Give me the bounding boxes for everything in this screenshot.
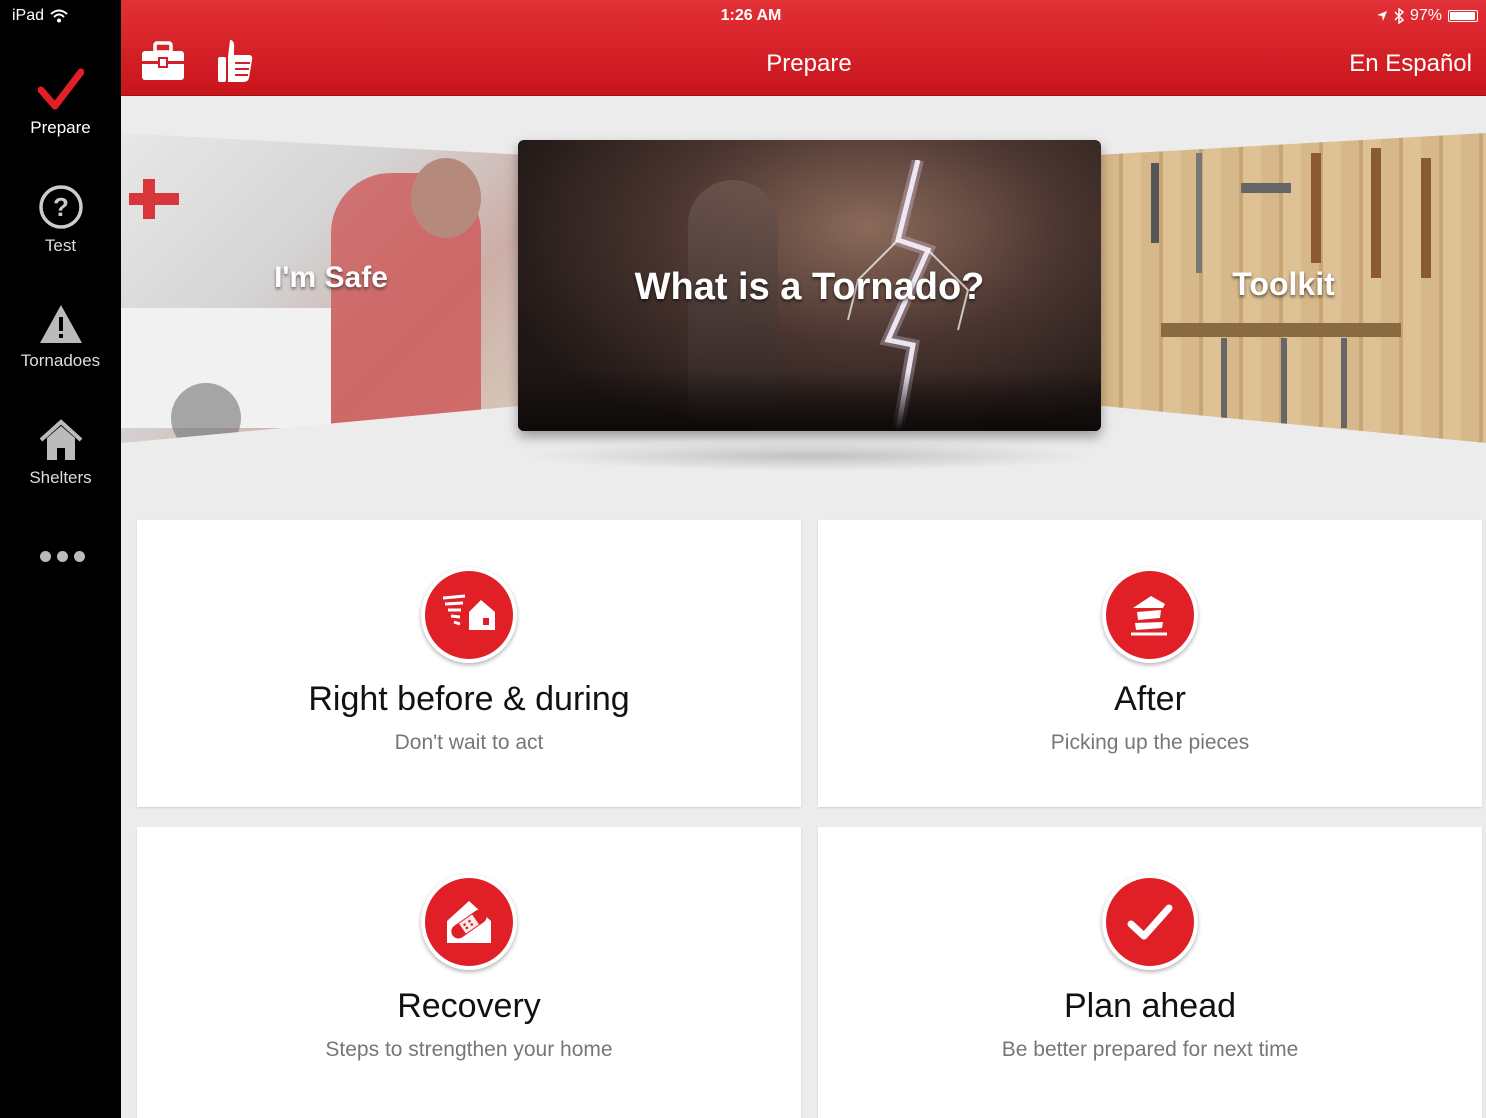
battery-icon	[1448, 10, 1478, 22]
bluetooth-icon	[1394, 8, 1404, 24]
status-device: iPad	[12, 7, 68, 25]
card-title: Recovery	[397, 987, 541, 1025]
card-after[interactable]: After Picking up the pieces	[818, 520, 1482, 807]
card-icon-badge	[1102, 567, 1198, 663]
sidebar-item-label: Tornadoes	[20, 351, 101, 370]
language-link[interactable]: En Español	[1349, 50, 1472, 78]
card-subtitle: Steps to strengthen your home	[325, 1038, 613, 1061]
sidebar-item-shelters[interactable]: Shelters	[0, 418, 121, 488]
sidebar-item-tornadoes[interactable]: Tornadoes	[0, 303, 121, 371]
bandaged-house-icon	[447, 901, 491, 943]
card-subtitle: Picking up the pieces	[1050, 731, 1250, 754]
card-title: Right before & during	[308, 680, 630, 718]
header: 1:26 AM 97% Prepare En Español	[121, 0, 1486, 96]
card-subtitle: Be better prepared for next time	[1001, 1038, 1299, 1061]
card-recovery[interactable]: Recovery Steps to strengthen your home	[137, 827, 801, 1118]
page-title: Prepare	[766, 50, 852, 77]
carousel-label: I'm Safe	[274, 261, 388, 294]
carousel[interactable]: I'm Safe Toolkit What is a Tornado?	[121, 96, 1486, 516]
status-time: 1:26 AM	[720, 7, 782, 24]
carousel-shadow	[521, 441, 1101, 471]
card-right-before-during[interactable]: Right before & during Don't wait to act	[137, 520, 801, 807]
card-plan-ahead[interactable]: Plan ahead Be better prepared for next t…	[818, 827, 1482, 1118]
carousel-label: Toolkit	[1232, 266, 1335, 302]
card-icon-badge	[421, 874, 517, 970]
warning-icon	[39, 305, 82, 343]
sidebar-item-label: Shelters	[29, 468, 92, 487]
more-dots-icon[interactable]	[40, 551, 85, 562]
checkmark-icon	[1127, 904, 1173, 940]
sidebar-item-label: Test	[44, 236, 77, 255]
checkmark-icon	[37, 68, 84, 110]
device-name: iPad	[12, 7, 45, 24]
main-content: I'm Safe Toolkit What is a Tornado? Righ…	[121, 96, 1486, 1118]
battery-percent: 97%	[1409, 7, 1442, 24]
status-right: 97%	[1376, 7, 1478, 25]
card-icon-badge	[1102, 874, 1198, 970]
wifi-icon	[50, 9, 68, 23]
card-title: After	[1114, 680, 1186, 718]
sidebar-item-label: Prepare	[30, 118, 91, 137]
damaged-house-icon	[1131, 596, 1167, 636]
card-icon-badge	[421, 567, 517, 663]
card-title: Plan ahead	[1063, 987, 1237, 1025]
question-icon: ?	[38, 185, 83, 229]
location-arrow-icon	[1376, 11, 1387, 21]
card-subtitle: Don't wait to act	[394, 731, 544, 754]
sidebar-item-prepare[interactable]: Prepare	[0, 68, 121, 138]
tornado-house-icon	[442, 594, 495, 630]
carousel-label: What is a Tornado?	[634, 266, 985, 308]
svg-text:?: ?	[53, 192, 69, 222]
carousel-panel-toolkit[interactable]: Toolkit	[1101, 133, 1486, 443]
carousel-panel-im-safe[interactable]: I'm Safe	[121, 133, 521, 443]
sidebar-item-test[interactable]: ? Test	[0, 184, 121, 256]
sidebar: iPad Prepare ? Test Tornadoes Shelters	[0, 0, 121, 1118]
home-icon	[39, 419, 82, 460]
carousel-panel-what-is-tornado[interactable]: What is a Tornado?	[518, 140, 1101, 431]
